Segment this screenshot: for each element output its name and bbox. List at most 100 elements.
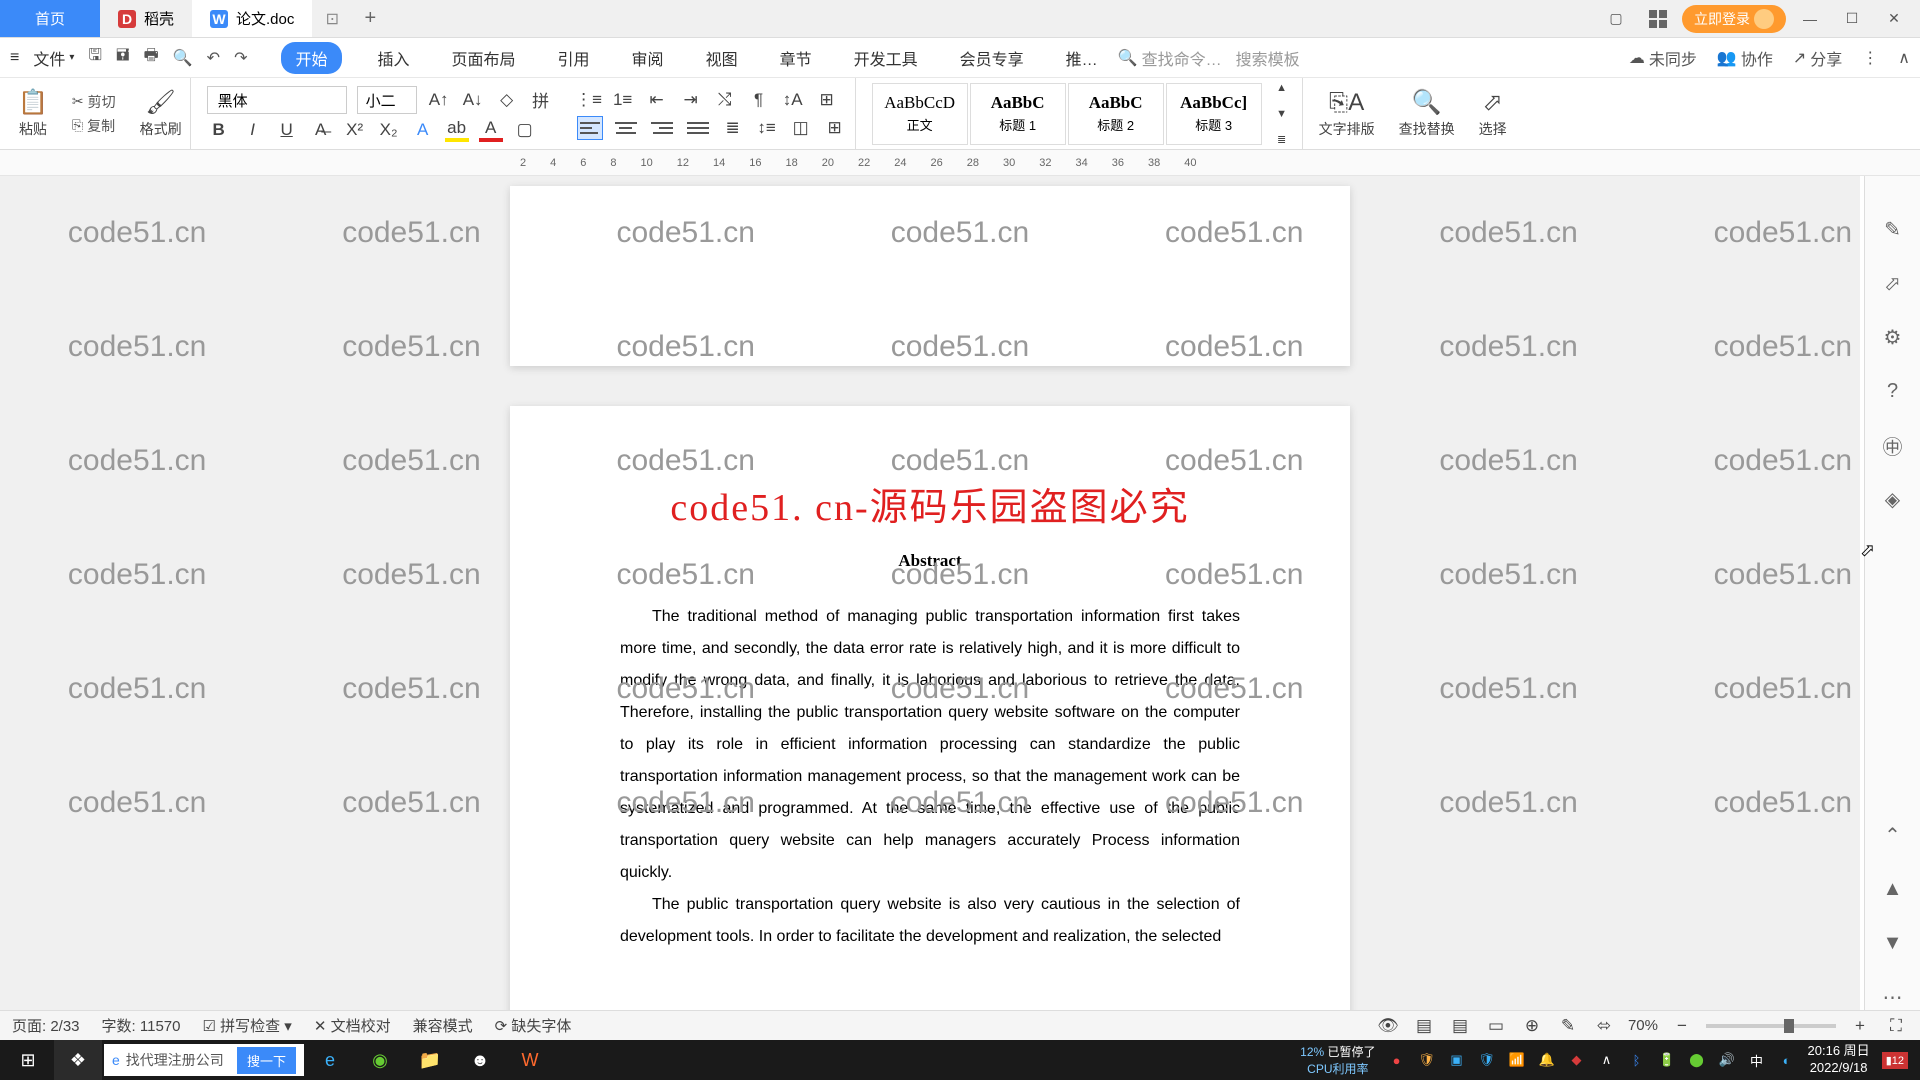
styles-up-icon[interactable]: ▲ — [1270, 76, 1294, 100]
tray-icon[interactable]: ▣ — [1448, 1051, 1466, 1069]
copy-button[interactable]: ⎘ 复制 — [72, 116, 116, 136]
battery-icon[interactable]: 🔋 — [1658, 1051, 1676, 1069]
tray-green-icon[interactable]: ⬤ — [1688, 1051, 1706, 1069]
align-center-button[interactable] — [613, 116, 639, 140]
sliders-icon[interactable]: ⚙ — [1880, 324, 1906, 350]
indent-decrease-icon[interactable]: ⇤ — [645, 88, 669, 112]
search-template[interactable]: 搜索模板 — [1236, 46, 1300, 70]
copilot-icon[interactable]: ❖ — [54, 1040, 102, 1080]
highlight-icon[interactable]: ab — [445, 118, 469, 142]
cpu-widget[interactable]: 12% 已暂停了 CPU利用率 — [1300, 1043, 1375, 1077]
missing-font[interactable]: ⟳ 缺失字体 — [495, 1015, 572, 1036]
pointer-tool-icon[interactable]: ⬀ — [1880, 270, 1906, 296]
scroll-down-icon[interactable]: ▼ — [1880, 930, 1906, 956]
ie-taskbar-icon[interactable]: e — [306, 1040, 354, 1080]
style-body[interactable]: AaBbCcD正文 — [872, 83, 968, 145]
font-name-select[interactable]: 黑体 — [207, 86, 347, 114]
print-icon[interactable]: 🖶 — [144, 44, 159, 71]
diamond-icon[interactable]: ◈ — [1880, 486, 1906, 512]
volume-icon[interactable]: 🔊 — [1718, 1051, 1736, 1069]
redo-icon[interactable]: ↷ — [234, 48, 247, 68]
fullscreen-icon[interactable]: ⛶ — [1884, 1014, 1908, 1038]
style-h3[interactable]: AaBbCc]标题 3 — [1166, 83, 1262, 145]
view-reading-icon[interactable]: ▭ — [1484, 1014, 1508, 1038]
zoom-in-icon[interactable]: + — [1848, 1014, 1872, 1038]
text-effects-icon[interactable]: A — [411, 118, 435, 142]
tray-icon[interactable]: 🛡 — [1478, 1051, 1496, 1069]
numbering-icon[interactable]: 1≡ — [611, 88, 635, 112]
action-center-badge[interactable]: ▮12 — [1882, 1052, 1908, 1069]
tab-home[interactable]: 首页 — [0, 0, 100, 37]
wifi-icon[interactable]: 📶 — [1508, 1051, 1526, 1069]
ribbon-tab-layout[interactable]: 页面布局 — [446, 42, 522, 74]
ribbon-tab-review[interactable]: 审阅 — [626, 42, 670, 74]
phonetic-icon[interactable]: 拼 — [529, 88, 553, 112]
font-grow-icon[interactable]: A↑ — [427, 88, 451, 112]
fit-width-icon[interactable]: ⬄ — [1592, 1014, 1616, 1038]
ribbon-tab-start[interactable]: 开始 — [281, 42, 341, 74]
subscript-button[interactable]: X₂ — [377, 118, 401, 142]
explorer-icon[interactable]: 📁 — [406, 1040, 454, 1080]
view-page-icon[interactable]: ▤ — [1412, 1014, 1436, 1038]
layout-toggle-icon[interactable]: ▢ — [1598, 5, 1634, 33]
font-shrink-icon[interactable]: A↓ — [461, 88, 485, 112]
sync-status[interactable]: ☁ 未同步 — [1629, 46, 1697, 70]
font-size-select[interactable]: 小二 — [357, 86, 417, 114]
tray-icon[interactable]: 🛡 — [1418, 1051, 1436, 1069]
tab-docshell[interactable]: D 稻壳 — [100, 0, 192, 37]
start-button[interactable]: ⊞ — [4, 1040, 52, 1080]
ribbon-tab-more[interactable]: 推… — [1060, 42, 1104, 74]
style-h1[interactable]: AaBbC标题 1 — [970, 83, 1066, 145]
tab-add[interactable]: + — [352, 0, 388, 37]
undo-icon[interactable]: ↶ — [207, 48, 220, 68]
ime-indicator[interactable]: 中 — [1748, 1051, 1766, 1069]
ruler[interactable]: 2468 10121416 18202224 26283032 34363840 — [0, 150, 1920, 176]
bullets-icon[interactable]: ⋮≡ — [577, 88, 601, 112]
document-area[interactable]: code51. cn-源码乐园盗图必究 Abstract The traditi… — [0, 176, 1860, 1010]
cut-button[interactable]: ✂ 剪切 — [72, 92, 116, 112]
tray-expand-icon[interactable]: ∧ — [1598, 1051, 1616, 1069]
clear-format-icon[interactable]: ◇ — [495, 88, 519, 112]
superscript-button[interactable]: X² — [343, 118, 367, 142]
login-button[interactable]: 立即登录 — [1682, 5, 1786, 33]
scroll-up-icon[interactable]: ▲ — [1880, 876, 1906, 902]
spellcheck-toggle[interactable]: ☑ 拼写检查 ▾ — [202, 1015, 291, 1036]
ribbon-tab-devtools[interactable]: 开发工具 — [848, 42, 924, 74]
app-steam-icon[interactable]: ☻ — [456, 1040, 504, 1080]
zoom-out-icon[interactable]: − — [1670, 1014, 1694, 1038]
eye-icon[interactable]: 👁 — [1376, 1014, 1400, 1038]
align-right-button[interactable] — [649, 116, 675, 140]
more-dots-icon[interactable]: ⋯ — [1880, 984, 1906, 1010]
save-as-icon[interactable]: 🖬 — [116, 44, 130, 71]
bold-button[interactable]: B — [207, 118, 231, 142]
help-icon[interactable]: ? — [1880, 378, 1906, 404]
ribbon-tab-chapter[interactable]: 章节 — [774, 42, 818, 74]
borders-icon[interactable]: ⊞ — [823, 116, 847, 140]
tab-document[interactable]: W 论文.doc — [192, 0, 312, 37]
align-left-button[interactable] — [577, 116, 603, 140]
char-border-icon[interactable]: ▢ — [513, 118, 537, 142]
zoom-slider[interactable] — [1706, 1024, 1836, 1028]
taskbar-search[interactable]: e 找代理注册公司 搜一下 — [104, 1044, 304, 1076]
ribbon-tab-view[interactable]: 视图 — [700, 42, 744, 74]
notification-icon[interactable]: 🔔 — [1538, 1051, 1556, 1069]
clock[interactable]: 20:16 周日2022/9/18 — [1808, 1043, 1870, 1077]
format-painter-button[interactable]: 🖌格式刷 — [140, 88, 182, 139]
share-button[interactable]: ↗ 分享 — [1793, 46, 1842, 70]
close-button[interactable]: ✕ — [1876, 5, 1912, 33]
paste-button[interactable]: 📋粘贴 — [18, 88, 48, 139]
tabs-icon[interactable]: ⊞ — [815, 88, 839, 112]
tab-options-icon[interactable]: ⊡ — [312, 0, 352, 37]
strikethrough-button[interactable]: A̶ — [309, 118, 333, 142]
zoom-level[interactable]: 70% — [1628, 1017, 1658, 1034]
word-count[interactable]: 字数: 11570 — [102, 1015, 181, 1036]
tray-icon[interactable]: ● — [1388, 1051, 1406, 1069]
menu-file[interactable]: 文件▾ — [33, 46, 74, 70]
menu-hamburger-icon[interactable]: ≡ — [10, 49, 19, 67]
search-command[interactable]: 🔍 查找命令… — [1118, 46, 1222, 70]
shading-icon[interactable]: ◫ — [789, 116, 813, 140]
show-marks-icon[interactable]: ¶ — [747, 88, 771, 112]
wps-taskbar-icon[interactable]: W — [506, 1040, 554, 1080]
save-icon[interactable]: 🖫 — [88, 44, 102, 71]
text-layout-button[interactable]: ⎘A文字排版 — [1319, 89, 1375, 139]
